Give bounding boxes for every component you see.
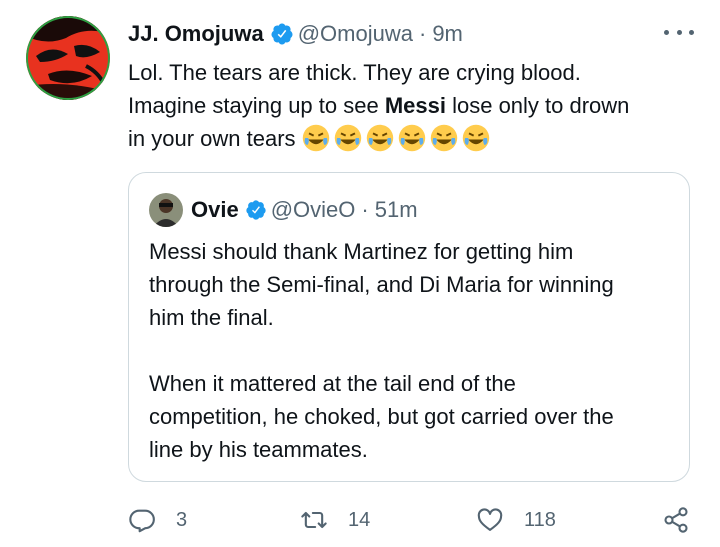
reply-button[interactable]: 3	[128, 503, 187, 537]
tweet-text-line: Imagine staying up to see Messi lose onl…	[128, 89, 708, 122]
more-icon[interactable]	[664, 22, 694, 42]
quote-text-line: Messi should thank Martinez for getting …	[149, 239, 574, 264]
quote-author-avatar[interactable]	[149, 193, 183, 227]
verified-badge-icon	[270, 22, 294, 46]
quote-author-handle[interactable]: @OvieO	[271, 197, 356, 223]
tweet-text-line: Lol. The tears are thick. They are cryin…	[128, 60, 581, 85]
author-avatar[interactable]	[26, 16, 110, 100]
verified-badge-icon	[245, 199, 267, 221]
share-button[interactable]	[662, 503, 690, 537]
reply-count: 3	[176, 508, 188, 531]
like-count: 118	[524, 508, 556, 531]
tweet-text: Lol. The tears are thick. They are cryin…	[128, 56, 708, 155]
quote-text-line: him the final.	[149, 305, 274, 330]
action-bar: 3 14 118	[128, 503, 698, 537]
timestamp[interactable]: 9m	[432, 21, 463, 47]
tweet-text-line: in your own tears	[128, 122, 708, 155]
reply-icon	[129, 509, 155, 533]
text-segment: in your own tears	[128, 126, 296, 151]
quote-text: Messi should thank Martinez for getting …	[149, 235, 679, 466]
share-icon	[664, 507, 688, 533]
bold-keyword: Messi	[384, 93, 446, 118]
quote-text-line: competition, he choked, but got carried …	[149, 404, 614, 429]
like-icon	[477, 508, 503, 531]
laughing-emoji-icons	[302, 124, 494, 152]
author-name[interactable]: JJ. Omojuwa	[128, 21, 264, 47]
retweet-button[interactable]: 14	[300, 503, 370, 537]
quote-author-name[interactable]: Ovie	[191, 197, 239, 223]
quote-header: Ovie @OvieO · 51m	[191, 193, 418, 227]
quote-text-line: line by his teammates.	[149, 437, 368, 462]
author-handle[interactable]: @Omojuwa	[298, 21, 413, 47]
text-segment: lose only to drown	[445, 93, 630, 118]
separator: ·	[418, 21, 427, 46]
quote-timestamp[interactable]: 51m	[375, 197, 418, 223]
text-segment: Imagine staying up to see	[128, 93, 385, 118]
quote-text-line: When it mattered at the tail end of the	[149, 371, 516, 396]
retweet-icon	[301, 511, 327, 529]
like-button[interactable]: 118	[476, 503, 556, 537]
separator: ·	[361, 197, 369, 222]
retweet-count: 14	[348, 508, 371, 531]
quoted-tweet[interactable]: Ovie @OvieO · 51m Messi should thank Mar…	[128, 172, 690, 482]
quote-text-line: through the Semi-final, and Di Maria for…	[149, 272, 614, 297]
tweet-header: JJ. Omojuwa @Omojuwa · 9m	[128, 18, 463, 50]
